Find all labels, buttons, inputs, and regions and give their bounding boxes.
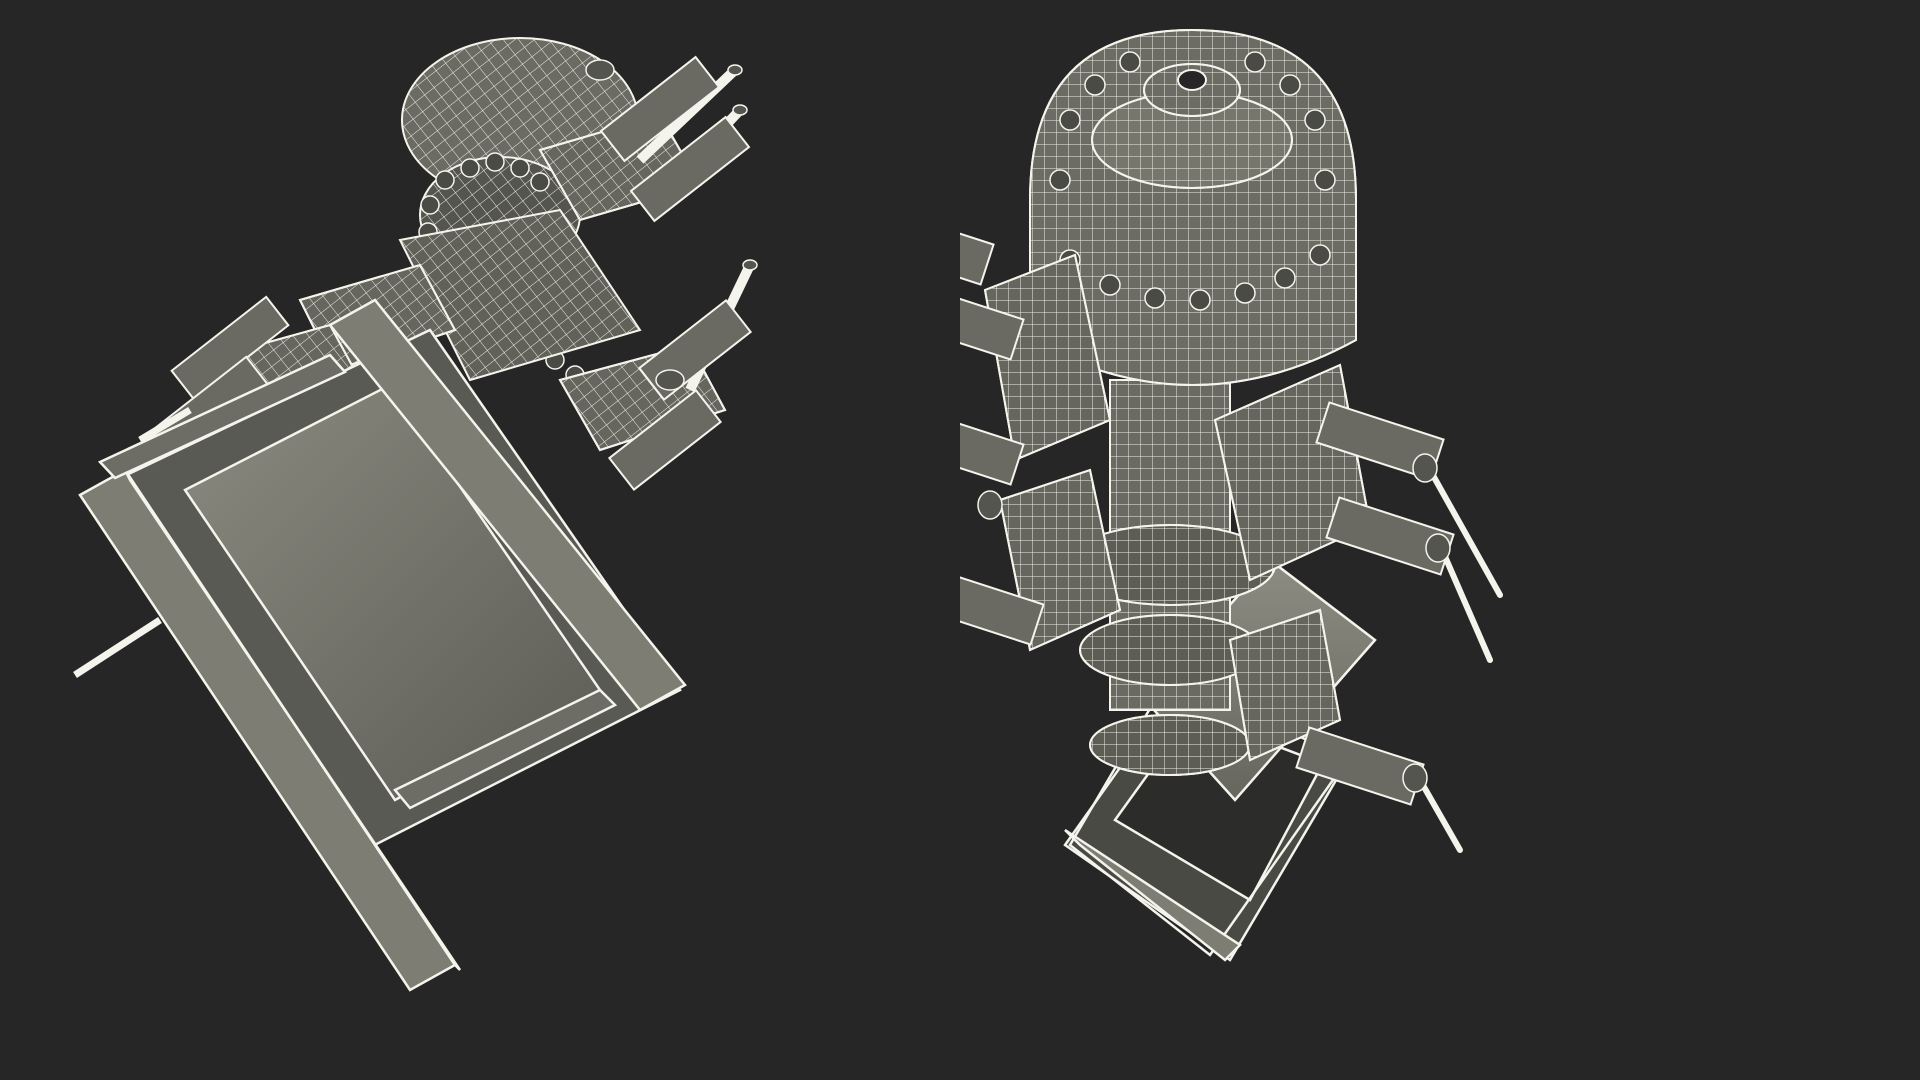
render-canvas [0,0,1920,1080]
right-wireframe-view [960,28,1503,962]
left-wireframe-view [73,37,758,992]
